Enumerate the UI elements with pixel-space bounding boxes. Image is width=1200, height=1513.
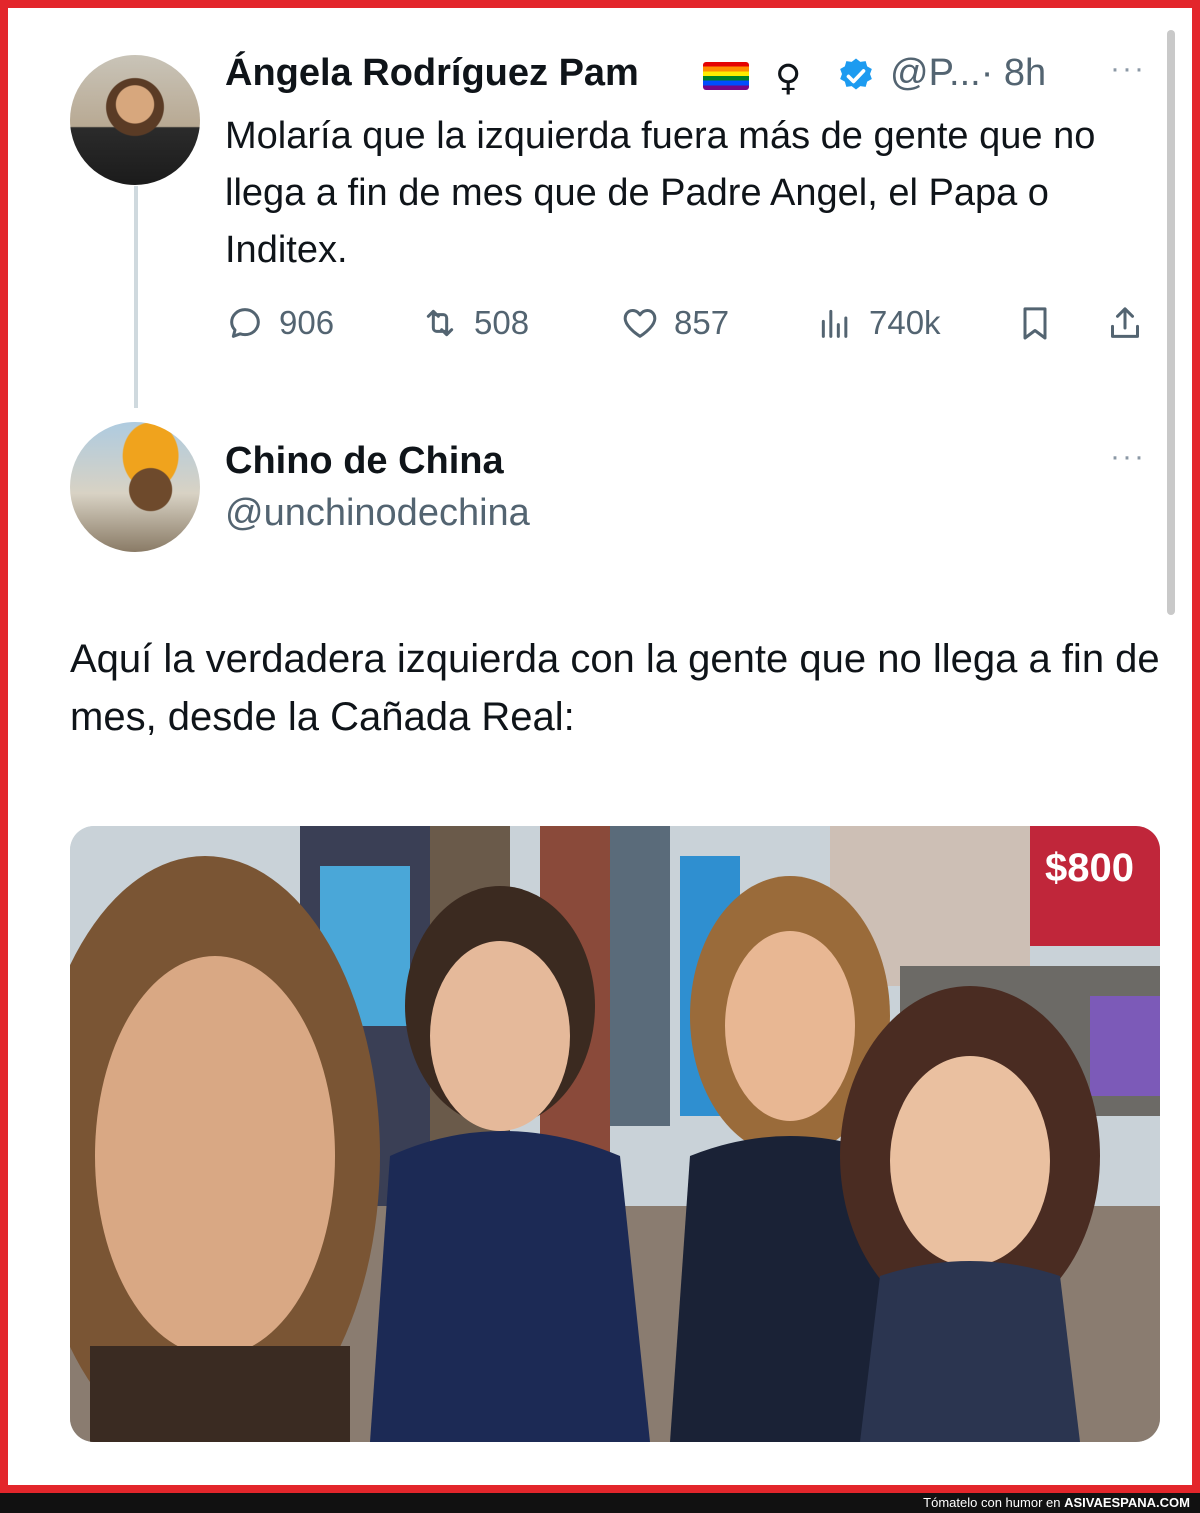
verified-badge-icon <box>840 58 872 90</box>
more-options-icon[interactable]: ··· <box>1110 440 1146 474</box>
tweet-photo[interactable]: $800 <box>70 826 1160 1442</box>
retweet-button[interactable]: 508 <box>420 298 529 348</box>
author-handle[interactable]: @unchinodechina <box>225 492 530 535</box>
avatar-angela[interactable] <box>70 55 200 185</box>
views-icon <box>821 309 848 338</box>
photo-scene: $800 <box>70 826 1160 1442</box>
retweet-icon <box>426 309 454 337</box>
tweet-text: Molaría que la izquierda fuera más de ge… <box>225 115 1096 271</box>
share-button[interactable] <box>1105 298 1159 348</box>
avatar-chino[interactable] <box>70 422 200 552</box>
retweet-count: 508 <box>474 304 530 341</box>
reply-count: 906 <box>279 304 335 341</box>
thread-connector-line <box>134 186 138 408</box>
bookmark-button[interactable] <box>1015 298 1069 348</box>
scrollbar[interactable] <box>1167 30 1175 615</box>
tweet-text: Aquí la verdadera izquierda con la gente… <box>70 637 1160 739</box>
author-name[interactable]: Ángela Rodríguez Pam <box>225 52 639 95</box>
like-button[interactable]: 857 <box>620 298 729 348</box>
views-button[interactable]: 740k <box>815 298 941 348</box>
tweet-actions: 906 508 857 740k <box>225 298 1160 348</box>
footer-text: Tómatelo con humor en <box>923 1495 1065 1510</box>
rainbow-flag-icon <box>703 62 749 90</box>
bookmark-icon <box>1023 307 1047 340</box>
more-options-icon[interactable]: ··· <box>1110 52 1146 86</box>
share-icon <box>1111 307 1139 338</box>
tweet-time[interactable]: · 8h <box>981 52 1046 94</box>
reply-button[interactable]: 906 <box>225 298 334 348</box>
footer-bar: Tómatelo con humor en ASIVAESPANA.COM <box>0 1493 1200 1513</box>
like-count: 857 <box>674 304 730 341</box>
author-handle-and-time[interactable]: @P...· 8h <box>890 52 1046 95</box>
reply-icon <box>230 308 260 338</box>
female-symbol-icon: ♀ <box>775 58 802 99</box>
footer-site-link[interactable]: ASIVAESPANA.COM <box>1064 1495 1190 1510</box>
author-name[interactable]: Chino de China <box>225 440 504 483</box>
author-handle[interactable]: @P... <box>890 52 981 94</box>
views-count: 740k <box>869 304 941 341</box>
billboard-price: $800 <box>1045 846 1134 890</box>
like-icon <box>623 309 657 338</box>
